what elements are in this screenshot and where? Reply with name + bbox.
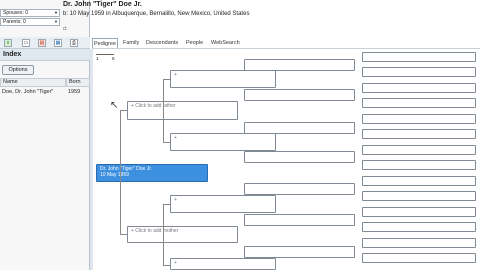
root-person-box[interactable]: Dr. John "Tiger" Doe Jr. 10 May 1959 (96, 164, 208, 182)
connector (163, 142, 170, 143)
connector (120, 110, 121, 235)
ancestor-box[interactable]: + (170, 70, 276, 88)
spouses-dropdown[interactable]: Spouses: 0 ▼ (0, 9, 60, 17)
index-toolbar: x ▭ ▤ ▦ ⎙ (0, 37, 90, 49)
parents-dropdown[interactable]: Parents: 0 ▼ (0, 18, 60, 26)
ancestor-box[interactable] (362, 191, 476, 201)
root-person-born: 10 May 1959 (100, 172, 129, 178)
ancestor-box[interactable]: + (170, 133, 276, 151)
generation-slider[interactable]: 1 5 (96, 52, 120, 64)
tab-family[interactable]: Family (122, 38, 140, 48)
connector (163, 79, 164, 142)
person-death: d: (63, 26, 68, 32)
chevron-down-icon: ▼ (54, 10, 58, 15)
parents-label: Parents: 0 (3, 19, 26, 25)
connector (163, 79, 170, 80)
add-father-box[interactable]: + Click to add father (127, 101, 238, 120)
ancestor-box[interactable]: + (170, 195, 276, 213)
ancestor-box[interactable] (362, 129, 476, 139)
tab-pedigree[interactable]: Pedigree (92, 38, 119, 48)
ancestor-box[interactable] (362, 238, 476, 248)
index-row[interactable]: Doe, Dr. John "Tiger" 1959 (0, 88, 90, 97)
pdf-icon[interactable]: ▤ (38, 39, 46, 47)
chevron-down-icon: ▼ (54, 19, 58, 24)
ancestor-box[interactable] (362, 52, 476, 62)
ancestor-box[interactable] (362, 67, 476, 77)
connector (163, 204, 170, 205)
ancestor-box[interactable] (362, 114, 476, 124)
index-row-born: 1959 (68, 89, 81, 95)
person-birth: b: 10 May 1959 in Albuquerque, Bernalill… (63, 11, 250, 17)
index-row-name: Doe, Dr. John "Tiger" (2, 89, 54, 95)
ancestor-box[interactable]: + (170, 258, 276, 270)
tab-people[interactable]: People (185, 38, 204, 48)
person-title: Dr. John "Tiger" Doe Jr. (63, 1, 142, 8)
ancestor-box[interactable] (362, 145, 476, 155)
file-icon[interactable]: ▭ (22, 39, 30, 47)
ancestor-box[interactable] (244, 59, 355, 71)
excel-icon[interactable]: x (4, 39, 12, 47)
ancestor-box[interactable] (362, 160, 476, 170)
connector (163, 204, 164, 266)
column-born-header[interactable]: Born (66, 78, 90, 87)
index-heading: Index (0, 49, 90, 61)
ancestor-box[interactable] (244, 122, 355, 134)
connector (163, 265, 170, 266)
ancestor-box[interactable] (362, 253, 476, 263)
ancestor-box[interactable] (362, 207, 476, 217)
ancestor-box[interactable] (244, 151, 355, 163)
ancestor-box[interactable] (244, 246, 355, 258)
chart-icon[interactable]: ▦ (54, 39, 62, 47)
tab-websearch[interactable]: WebSearch (210, 38, 241, 48)
print-icon[interactable]: ⎙ (70, 39, 78, 47)
ancestor-box[interactable] (244, 214, 355, 226)
column-name-header[interactable]: Name (0, 78, 66, 87)
slider-track (96, 54, 114, 55)
connector (120, 234, 127, 235)
tab-descendants[interactable]: Descendants (145, 38, 179, 48)
connector (120, 110, 127, 111)
ancestor-box[interactable] (244, 89, 355, 101)
slider-max-label: 5 (112, 56, 115, 61)
ancestor-box[interactable] (362, 83, 476, 93)
slider-min-label: 1 (96, 56, 99, 61)
spouses-label: Spouses: 0 (3, 10, 29, 16)
mouse-cursor-icon: ↖ (110, 100, 119, 111)
left-panel: Spouses: 0 ▼ Parents: 0 ▼ x ▭ ▤ ▦ ⎙ Inde… (0, 0, 90, 270)
tab-divider (92, 48, 480, 49)
ancestor-box[interactable] (244, 183, 355, 195)
add-mother-box[interactable]: + Click to add mother (127, 226, 238, 243)
vertical-scrollbar[interactable] (90, 49, 93, 270)
ancestor-box[interactable] (362, 98, 476, 108)
options-button[interactable]: Options (2, 65, 34, 75)
ancestor-box[interactable] (362, 222, 476, 232)
ancestor-box[interactable] (362, 176, 476, 186)
